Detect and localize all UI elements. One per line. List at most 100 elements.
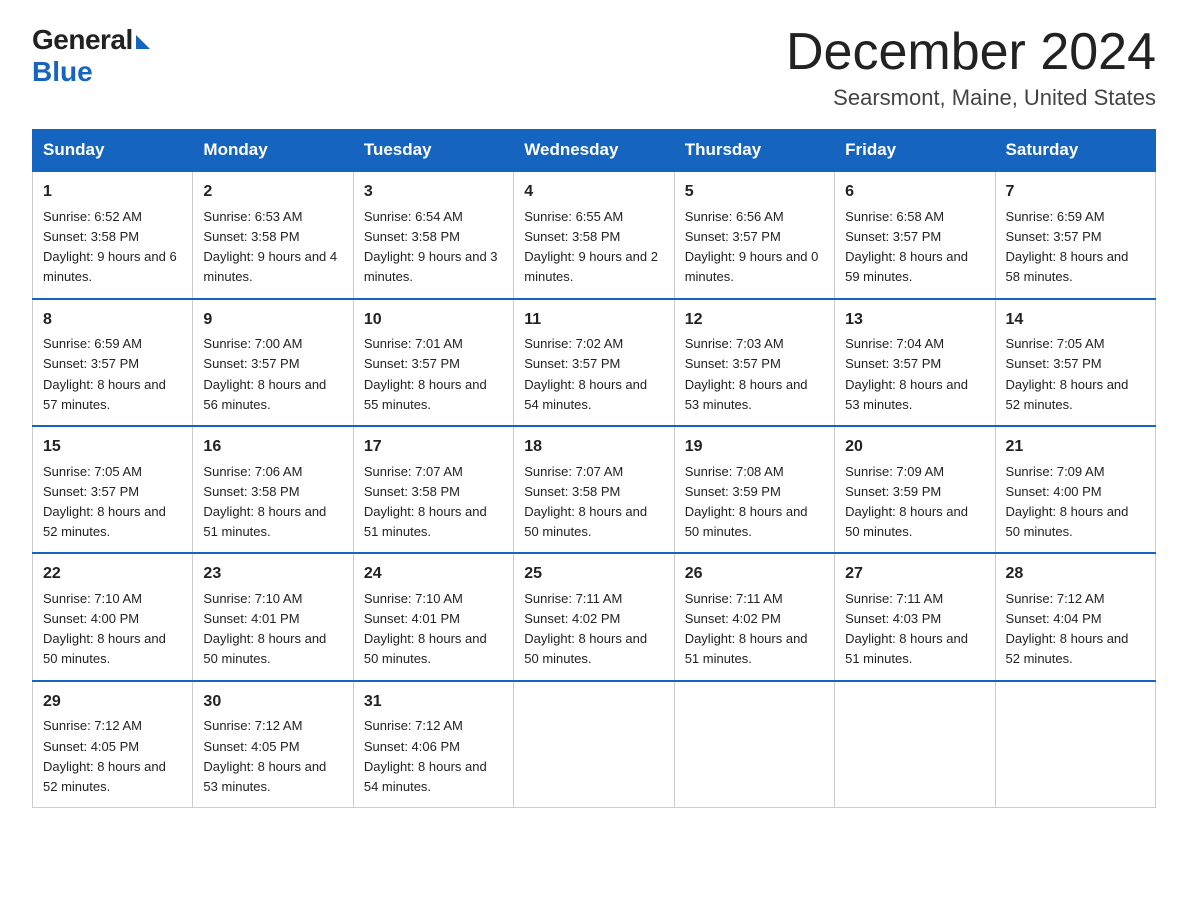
calendar-table: SundayMondayTuesdayWednesdayThursdayFrid… (32, 129, 1156, 808)
day-cell: 24Sunrise: 7:10 AMSunset: 4:01 PMDayligh… (353, 553, 513, 680)
day-number: 16 (203, 435, 342, 460)
week-row-1: 1Sunrise: 6:52 AMSunset: 3:58 PMDaylight… (33, 171, 1156, 298)
day-number: 10 (364, 308, 503, 333)
day-cell: 18Sunrise: 7:07 AMSunset: 3:58 PMDayligh… (514, 426, 674, 553)
day-cell (995, 681, 1155, 808)
day-info: Sunrise: 7:00 AMSunset: 3:57 PMDaylight:… (203, 334, 342, 415)
day-cell: 12Sunrise: 7:03 AMSunset: 3:57 PMDayligh… (674, 299, 834, 426)
day-cell: 11Sunrise: 7:02 AMSunset: 3:57 PMDayligh… (514, 299, 674, 426)
day-cell (514, 681, 674, 808)
day-info: Sunrise: 7:12 AMSunset: 4:04 PMDaylight:… (1006, 589, 1145, 670)
day-cell: 10Sunrise: 7:01 AMSunset: 3:57 PMDayligh… (353, 299, 513, 426)
day-info: Sunrise: 6:55 AMSunset: 3:58 PMDaylight:… (524, 207, 663, 288)
day-number: 9 (203, 308, 342, 333)
day-number: 3 (364, 180, 503, 205)
day-info: Sunrise: 7:07 AMSunset: 3:58 PMDaylight:… (524, 462, 663, 543)
day-cell: 31Sunrise: 7:12 AMSunset: 4:06 PMDayligh… (353, 681, 513, 808)
day-number: 27 (845, 562, 984, 587)
day-cell: 23Sunrise: 7:10 AMSunset: 4:01 PMDayligh… (193, 553, 353, 680)
day-cell: 5Sunrise: 6:56 AMSunset: 3:57 PMDaylight… (674, 171, 834, 298)
week-row-2: 8Sunrise: 6:59 AMSunset: 3:57 PMDaylight… (33, 299, 1156, 426)
day-cell: 19Sunrise: 7:08 AMSunset: 3:59 PMDayligh… (674, 426, 834, 553)
day-cell: 22Sunrise: 7:10 AMSunset: 4:00 PMDayligh… (33, 553, 193, 680)
day-number: 22 (43, 562, 182, 587)
day-info: Sunrise: 7:05 AMSunset: 3:57 PMDaylight:… (43, 462, 182, 543)
day-number: 17 (364, 435, 503, 460)
col-header-friday: Friday (835, 130, 995, 172)
day-cell: 13Sunrise: 7:04 AMSunset: 3:57 PMDayligh… (835, 299, 995, 426)
day-info: Sunrise: 7:11 AMSunset: 4:02 PMDaylight:… (524, 589, 663, 670)
day-cell: 21Sunrise: 7:09 AMSunset: 4:00 PMDayligh… (995, 426, 1155, 553)
day-info: Sunrise: 6:58 AMSunset: 3:57 PMDaylight:… (845, 207, 984, 288)
col-header-wednesday: Wednesday (514, 130, 674, 172)
col-header-monday: Monday (193, 130, 353, 172)
col-header-thursday: Thursday (674, 130, 834, 172)
day-number: 1 (43, 180, 182, 205)
title-area: December 2024 Searsmont, Maine, United S… (786, 24, 1156, 111)
col-header-sunday: Sunday (33, 130, 193, 172)
day-cell: 1Sunrise: 6:52 AMSunset: 3:58 PMDaylight… (33, 171, 193, 298)
day-cell: 29Sunrise: 7:12 AMSunset: 4:05 PMDayligh… (33, 681, 193, 808)
day-info: Sunrise: 6:59 AMSunset: 3:57 PMDaylight:… (1006, 207, 1145, 288)
day-info: Sunrise: 6:56 AMSunset: 3:57 PMDaylight:… (685, 207, 824, 288)
day-info: Sunrise: 7:11 AMSunset: 4:03 PMDaylight:… (845, 589, 984, 670)
day-cell: 28Sunrise: 7:12 AMSunset: 4:04 PMDayligh… (995, 553, 1155, 680)
day-info: Sunrise: 7:12 AMSunset: 4:05 PMDaylight:… (43, 716, 182, 797)
day-cell: 17Sunrise: 7:07 AMSunset: 3:58 PMDayligh… (353, 426, 513, 553)
day-number: 20 (845, 435, 984, 460)
day-info: Sunrise: 6:52 AMSunset: 3:58 PMDaylight:… (43, 207, 182, 288)
day-number: 18 (524, 435, 663, 460)
day-number: 7 (1006, 180, 1145, 205)
col-header-tuesday: Tuesday (353, 130, 513, 172)
day-cell: 7Sunrise: 6:59 AMSunset: 3:57 PMDaylight… (995, 171, 1155, 298)
day-info: Sunrise: 7:04 AMSunset: 3:57 PMDaylight:… (845, 334, 984, 415)
day-number: 23 (203, 562, 342, 587)
day-info: Sunrise: 7:10 AMSunset: 4:01 PMDaylight:… (203, 589, 342, 670)
day-number: 26 (685, 562, 824, 587)
day-cell: 6Sunrise: 6:58 AMSunset: 3:57 PMDaylight… (835, 171, 995, 298)
day-info: Sunrise: 7:07 AMSunset: 3:58 PMDaylight:… (364, 462, 503, 543)
header: General Blue December 2024 Searsmont, Ma… (32, 24, 1156, 111)
col-header-saturday: Saturday (995, 130, 1155, 172)
day-number: 12 (685, 308, 824, 333)
day-info: Sunrise: 7:12 AMSunset: 4:06 PMDaylight:… (364, 716, 503, 797)
logo-area: General Blue (32, 24, 150, 88)
day-cell: 16Sunrise: 7:06 AMSunset: 3:58 PMDayligh… (193, 426, 353, 553)
day-cell (835, 681, 995, 808)
day-info: Sunrise: 7:06 AMSunset: 3:58 PMDaylight:… (203, 462, 342, 543)
day-info: Sunrise: 6:59 AMSunset: 3:57 PMDaylight:… (43, 334, 182, 415)
week-row-3: 15Sunrise: 7:05 AMSunset: 3:57 PMDayligh… (33, 426, 1156, 553)
day-number: 6 (845, 180, 984, 205)
day-number: 11 (524, 308, 663, 333)
day-number: 4 (524, 180, 663, 205)
day-number: 15 (43, 435, 182, 460)
month-title: December 2024 (786, 24, 1156, 81)
day-cell: 4Sunrise: 6:55 AMSunset: 3:58 PMDaylight… (514, 171, 674, 298)
day-cell: 20Sunrise: 7:09 AMSunset: 3:59 PMDayligh… (835, 426, 995, 553)
day-number: 30 (203, 690, 342, 715)
logo-general-text: General (32, 24, 133, 56)
day-number: 25 (524, 562, 663, 587)
day-info: Sunrise: 7:10 AMSunset: 4:01 PMDaylight:… (364, 589, 503, 670)
calendar-header-row: SundayMondayTuesdayWednesdayThursdayFrid… (33, 130, 1156, 172)
day-info: Sunrise: 7:03 AMSunset: 3:57 PMDaylight:… (685, 334, 824, 415)
day-cell: 3Sunrise: 6:54 AMSunset: 3:58 PMDaylight… (353, 171, 513, 298)
logo-blue-text: Blue (32, 56, 93, 88)
day-cell: 25Sunrise: 7:11 AMSunset: 4:02 PMDayligh… (514, 553, 674, 680)
week-row-4: 22Sunrise: 7:10 AMSunset: 4:00 PMDayligh… (33, 553, 1156, 680)
logo-arrow-icon (136, 35, 150, 49)
day-cell: 26Sunrise: 7:11 AMSunset: 4:02 PMDayligh… (674, 553, 834, 680)
day-number: 21 (1006, 435, 1145, 460)
day-cell: 14Sunrise: 7:05 AMSunset: 3:57 PMDayligh… (995, 299, 1155, 426)
day-cell: 2Sunrise: 6:53 AMSunset: 3:58 PMDaylight… (193, 171, 353, 298)
day-number: 13 (845, 308, 984, 333)
day-info: Sunrise: 7:12 AMSunset: 4:05 PMDaylight:… (203, 716, 342, 797)
day-info: Sunrise: 7:10 AMSunset: 4:00 PMDaylight:… (43, 589, 182, 670)
day-number: 28 (1006, 562, 1145, 587)
day-cell (674, 681, 834, 808)
day-info: Sunrise: 7:11 AMSunset: 4:02 PMDaylight:… (685, 589, 824, 670)
day-info: Sunrise: 7:09 AMSunset: 3:59 PMDaylight:… (845, 462, 984, 543)
day-number: 31 (364, 690, 503, 715)
day-info: Sunrise: 7:05 AMSunset: 3:57 PMDaylight:… (1006, 334, 1145, 415)
day-number: 24 (364, 562, 503, 587)
